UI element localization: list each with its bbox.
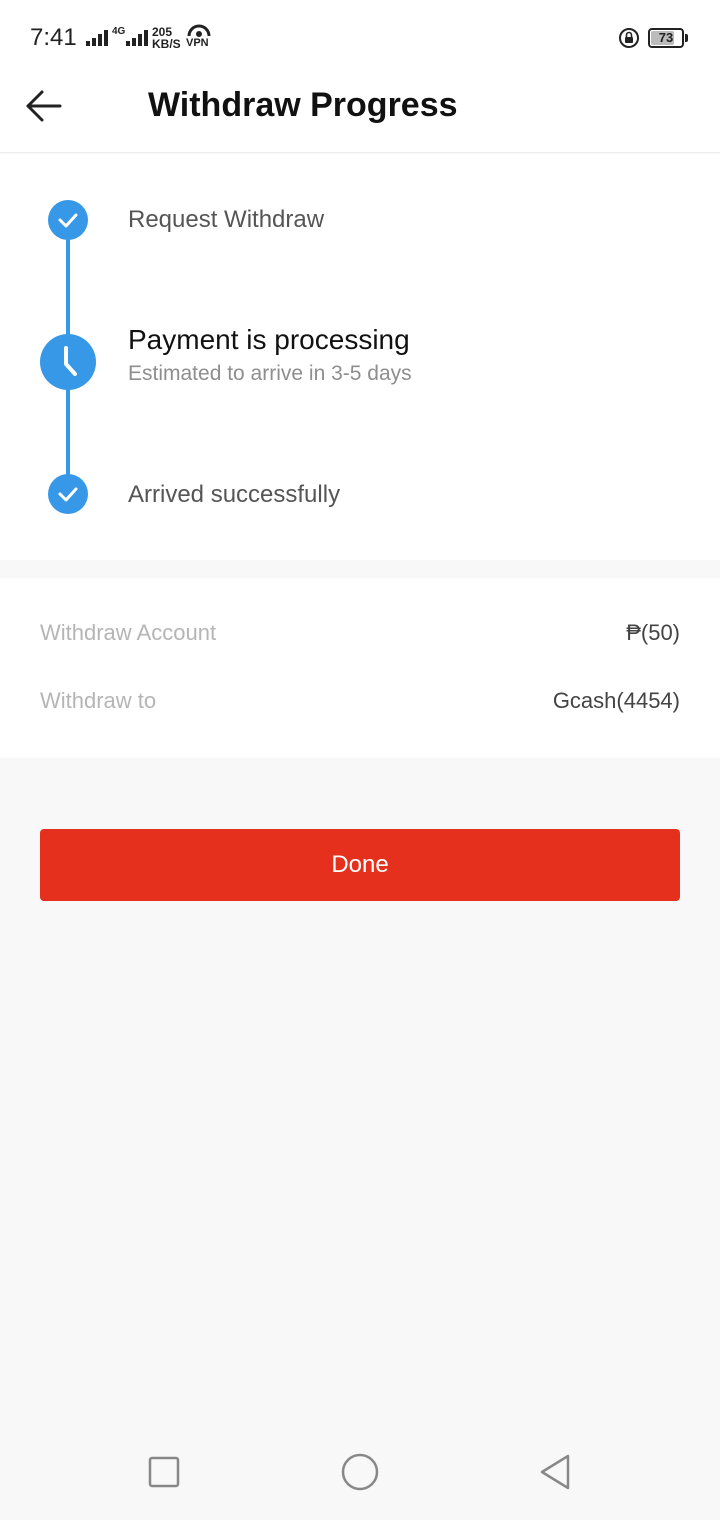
step-arrived-successfully: Arrived successfully	[128, 481, 341, 508]
network-speed: 205 KB/S	[152, 26, 181, 50]
withdraw-details-card: Withdraw Account ₱(50) Withdraw to Gcash…	[0, 578, 720, 758]
rotation-lock-icon	[619, 28, 639, 48]
check-icon	[48, 474, 88, 514]
vpn-label: VPN	[186, 37, 209, 49]
detail-label: Withdraw Account	[40, 620, 217, 645]
detail-row-destination: Withdraw to Gcash(4454)	[40, 688, 680, 728]
step-estimate-text: Estimated to arrive in 3-5 days	[128, 362, 412, 385]
step-request-withdraw: Request Withdraw	[128, 206, 325, 233]
square-recents-icon[interactable]	[144, 1452, 184, 1492]
status-time: 7:41	[30, 24, 77, 51]
signal-icon	[86, 28, 110, 46]
triangle-back-icon[interactable]	[536, 1452, 576, 1492]
page-title: Withdraw Progress	[148, 86, 458, 124]
done-button[interactable]: Done	[40, 829, 680, 901]
network-type-label: 4G	[112, 26, 126, 37]
detail-value: ₱(50)	[626, 620, 680, 645]
clock-icon	[40, 334, 96, 390]
progress-card: Request Withdraw Payment is processing E…	[0, 154, 720, 560]
check-icon	[48, 200, 88, 240]
status-bar: 7:41 4G 205 KB/S VPN 73	[0, 0, 720, 76]
system-nav-bar	[0, 1420, 720, 1520]
battery-icon: 73	[648, 28, 684, 48]
circle-home-icon[interactable]	[340, 1452, 380, 1492]
signal-icon-2	[126, 28, 150, 46]
step-payment-processing: Payment is processing	[128, 324, 410, 355]
battery-cap	[685, 34, 688, 42]
arrow-left-icon[interactable]	[24, 86, 64, 126]
header: Withdraw Progress	[0, 76, 720, 153]
network-speed-unit: KB/S	[152, 37, 181, 51]
detail-label: Withdraw to	[40, 688, 157, 713]
battery-level: 73	[658, 30, 674, 45]
screen: 7:41 4G 205 KB/S VPN 73 Withdraw Progres…	[0, 0, 720, 1520]
detail-value: Gcash(4454)	[552, 688, 680, 713]
detail-row-account: Withdraw Account ₱(50)	[40, 620, 680, 660]
